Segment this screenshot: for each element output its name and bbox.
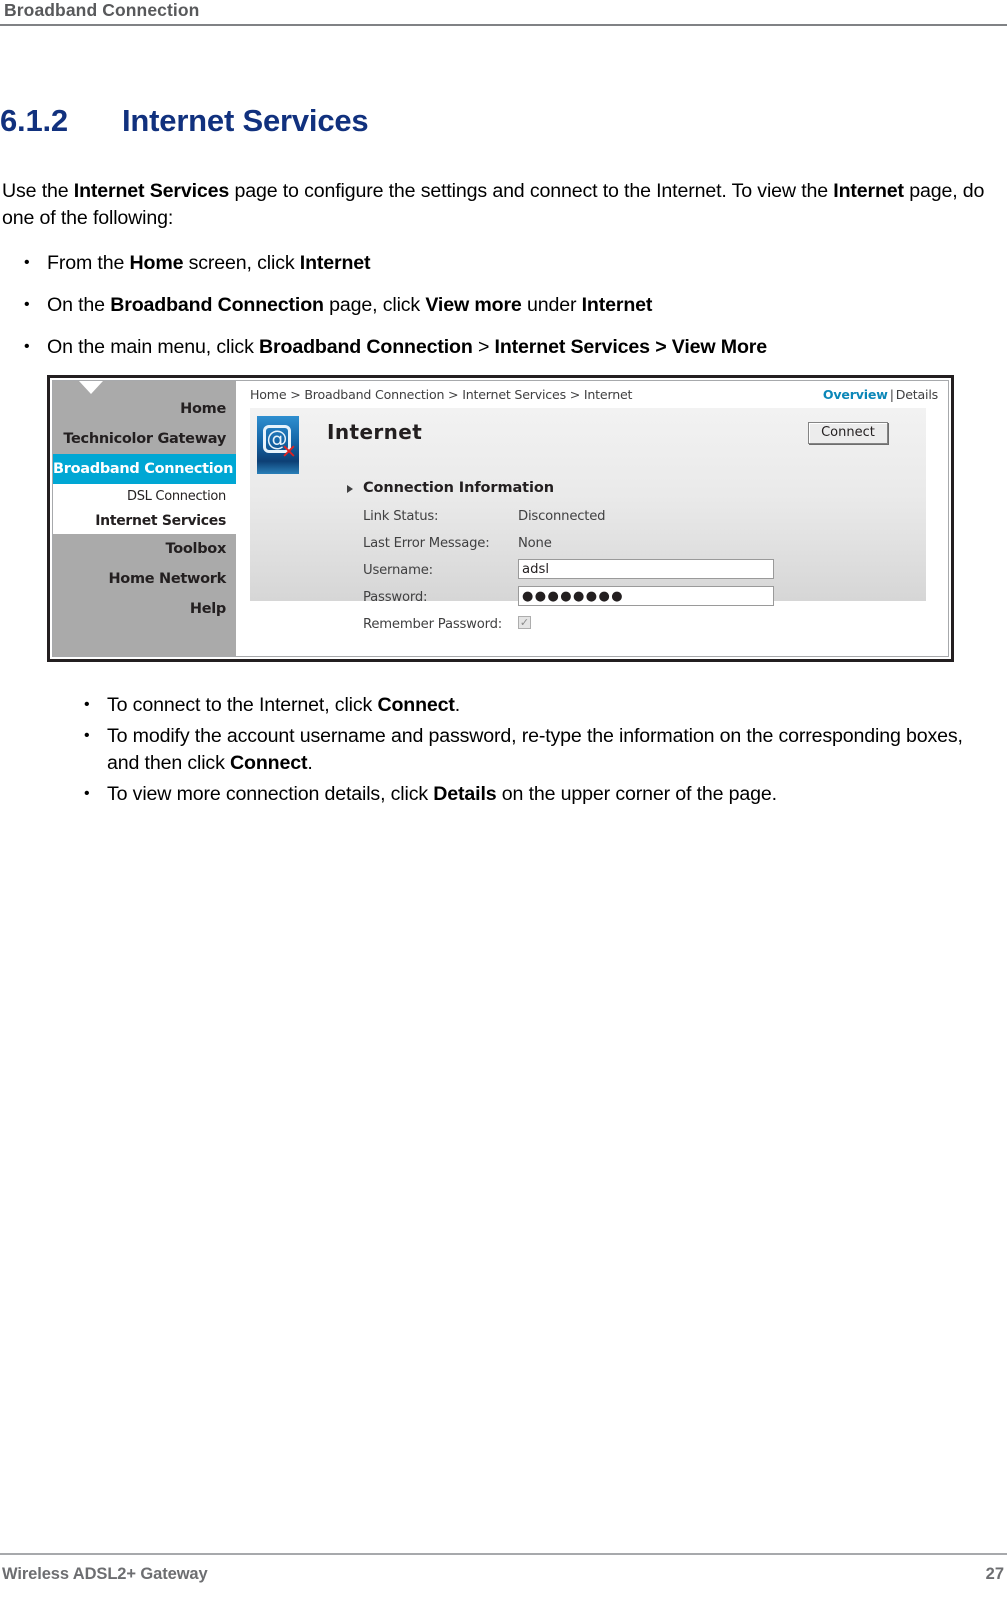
remember-password-label: Remember Password: [363, 617, 503, 632]
embedded-screenshot: Home Technicolor Gateway Broadband Conne… [47, 375, 954, 662]
bullet-bold: Internet Services > View More [494, 336, 768, 358]
list-item: On the Broadband Connection page, click … [2, 291, 987, 319]
list-item: To modify the account username and passw… [62, 722, 997, 777]
footer-divider [0, 1553, 1007, 1555]
bullet-text: . [454, 694, 461, 716]
last-error-label: Last Error Message: [363, 536, 490, 551]
field-row-password: Password: ●●●●●●●● [363, 586, 903, 614]
instruction-list-access: From the Home screen, click Internet On … [2, 249, 987, 376]
username-label: Username: [363, 563, 433, 578]
username-input[interactable]: adsl [518, 559, 774, 579]
connect-button[interactable]: Connect [808, 422, 888, 444]
at-sign-disconnected-icon: @ ✕ [257, 416, 299, 474]
intro-bold-1: Internet Services [73, 180, 230, 202]
bullet-text: on the upper corner of the page. [496, 783, 777, 805]
bullet-bold: Internet [299, 252, 371, 274]
panel-title: Internet [327, 420, 423, 444]
internet-panel: @ ✕ Internet Connect Connection Informat… [250, 408, 926, 632]
section-number: 6.1.2 [0, 103, 68, 138]
field-row-last-error: Last Error Message: None [363, 533, 903, 560]
password-input[interactable]: ●●●●●●●● [518, 586, 774, 606]
bullet-bold: Broadband Connection [259, 336, 473, 358]
bullet-text: screen, click [183, 252, 300, 274]
section-title: Internet Services [122, 103, 369, 138]
section-connection-information: Connection Information [363, 480, 554, 496]
sidebar-item-broadband-connection[interactable]: Broadband Connection [53, 454, 236, 484]
password-label: Password: [363, 590, 428, 605]
bullet-text: > [472, 336, 495, 358]
sidebar-item-technicolor-gateway[interactable]: Technicolor Gateway [53, 424, 236, 454]
intro-text-2: page to configure the settings and conne… [229, 180, 834, 202]
expand-triangle-icon[interactable] [347, 485, 353, 493]
header-divider [0, 24, 1007, 26]
link-separator: | [889, 387, 894, 402]
sidebar-subitem-dsl-connection[interactable]: DSL Connection [53, 484, 236, 509]
list-item: To connect to the Internet, click Connec… [62, 691, 997, 719]
intro-bold-2: Internet [833, 180, 904, 202]
sidebar-subitem-internet-services[interactable]: Internet Services [53, 509, 236, 534]
tab-details[interactable]: Details [896, 387, 938, 402]
view-mode-links: Overview | Details [823, 387, 938, 402]
sidebar-item-toolbox[interactable]: Toolbox [53, 534, 236, 564]
router-nav: Home Technicolor Gateway Broadband Conne… [53, 394, 236, 624]
bullet-bold: Home [129, 252, 184, 274]
bullet-text: To view more connection details, click [107, 783, 434, 805]
instruction-list-actions: To connect to the Internet, click Connec… [62, 691, 997, 812]
field-row-link-status: Link Status: Disconnected [363, 506, 903, 533]
sidebar-item-home-network[interactable]: Home Network [53, 564, 236, 594]
bullet-text: To connect to the Internet, click [107, 694, 378, 716]
bullet-bold: Connect [377, 694, 455, 716]
bullet-bold: Broadband Connection [110, 294, 324, 316]
sidebar-notch-icon [79, 381, 103, 394]
section-heading: 6.1.2 Internet Services [0, 103, 369, 139]
remember-password-checkbox[interactable]: ✓ [518, 616, 531, 629]
running-header-title: Broadband Connection [4, 0, 200, 20]
sidebar-item-help[interactable]: Help [53, 594, 236, 624]
tab-overview[interactable]: Overview [823, 387, 888, 402]
bullet-text: . [307, 752, 313, 774]
bullet-bold: Internet [581, 294, 653, 316]
intro-text-1: Use the [2, 180, 74, 202]
bullet-text: On the main menu, click [47, 336, 260, 358]
bullet-text: On the [47, 294, 111, 316]
breadcrumb-bar: Home > Broadband Connection > Internet S… [236, 381, 948, 408]
bullet-text: From the [47, 252, 130, 274]
last-error-value: None [518, 536, 552, 551]
link-status-label: Link Status: [363, 509, 439, 524]
list-item: To view more connection details, click D… [62, 780, 997, 808]
screenshot-viewport: Home Technicolor Gateway Broadband Conne… [52, 380, 949, 657]
sidebar-item-home[interactable]: Home [53, 394, 236, 424]
router-sidebar: Home Technicolor Gateway Broadband Conne… [53, 381, 236, 656]
footer-page-number: 27 [985, 1565, 1004, 1583]
list-item: From the Home screen, click Internet [2, 249, 987, 277]
intro-paragraph: Use the Internet Services page to config… [2, 178, 992, 232]
footer-product-name: Wireless ADSL2+ Gateway [2, 1565, 208, 1583]
field-row-username: Username: adsl [363, 559, 903, 587]
bullet-bold: View more [425, 294, 522, 316]
field-row-remember-password: Remember Password: ✓ [363, 614, 903, 641]
bullet-bold: Connect [230, 752, 308, 774]
connection-info-form: Link Status: Disconnected Last Error Mes… [363, 506, 903, 641]
breadcrumb[interactable]: Home > Broadband Connection > Internet S… [250, 387, 632, 402]
bullet-text: under [521, 294, 582, 316]
bullet-bold: Details [433, 783, 497, 805]
link-status-value: Disconnected [518, 509, 606, 524]
running-header: Broadband Connection [0, 0, 1007, 26]
list-item: On the main menu, click Broadband Connec… [2, 333, 987, 361]
error-x-badge-icon: ✕ [281, 441, 297, 463]
bullet-text: page, click [323, 294, 426, 316]
